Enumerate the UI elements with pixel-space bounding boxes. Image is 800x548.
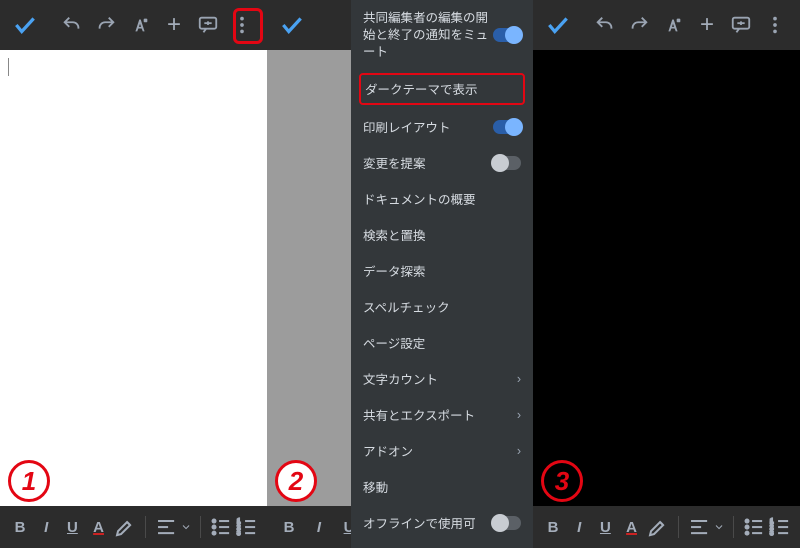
format-bar: B I U A 123 — [0, 506, 267, 548]
chevron-right-icon: › — [517, 444, 521, 458]
menu-item-label: アドオン — [363, 441, 413, 460]
menu-item-explore[interactable]: データ探索 — [351, 253, 533, 289]
menu-item-addons[interactable]: アドオン › — [351, 433, 533, 469]
overflow-menu: 共同編集者の編集の開始と終了の通知をミュート ダークテーマで表示 印刷レイアウト… — [351, 0, 533, 548]
format-bar: B I U A 123 — [533, 506, 800, 548]
undo-icon[interactable] — [55, 8, 89, 42]
bullet-list-icon[interactable] — [742, 513, 766, 541]
step-badge-1: 1 — [8, 460, 50, 502]
menu-item-label: データ探索 — [363, 261, 426, 280]
numbered-list-icon[interactable]: 123 — [235, 513, 259, 541]
document-canvas-dark[interactable] — [533, 50, 800, 506]
check-icon[interactable] — [541, 8, 575, 42]
panel-3: + B I U A 123 3 — [533, 0, 800, 548]
italic-button[interactable]: I — [305, 513, 333, 541]
menu-item-label: ページ設定 — [363, 333, 425, 352]
redo-icon[interactable] — [622, 8, 656, 42]
menu-item-find-replace[interactable]: 検索と置換 — [351, 217, 533, 253]
menu-item-word-count[interactable]: 文字カウント › — [351, 361, 533, 397]
menu-item-suggest[interactable]: 変更を提案 — [351, 145, 533, 181]
text-format-icon[interactable] — [656, 8, 690, 42]
topbar: + — [533, 0, 800, 50]
step-badge-2: 2 — [275, 460, 317, 502]
menu-item-label: 文字カウント — [363, 369, 438, 388]
step-badge-3: 3 — [541, 460, 583, 502]
menu-item-offline[interactable]: オフラインで使用可 — [351, 505, 533, 541]
italic-button[interactable]: I — [34, 513, 58, 541]
bold-button[interactable]: B — [275, 513, 303, 541]
bold-button[interactable]: B — [8, 513, 32, 541]
chevron-right-icon: › — [517, 408, 521, 422]
menu-item-label: スペルチェック — [363, 297, 450, 316]
menu-item-label: オフラインで使用可 — [363, 513, 476, 532]
menu-item-mute[interactable]: 共同編集者の編集の開始と終了の通知をミュート — [351, 0, 533, 69]
more-vert-icon[interactable] — [758, 8, 792, 42]
bullet-list-icon[interactable] — [209, 513, 233, 541]
menu-item-label: 共同編集者の編集の開始と終了の通知をミュート — [363, 10, 493, 61]
menu-item-move[interactable]: 移動 — [351, 469, 533, 505]
add-icon[interactable]: + — [157, 8, 191, 42]
menu-item-label: 検索と置換 — [363, 225, 426, 244]
text-color-button[interactable]: A — [619, 513, 643, 541]
highlight-color-icon[interactable] — [113, 513, 137, 541]
toggle-off[interactable] — [493, 516, 521, 530]
text-format-icon[interactable] — [123, 8, 157, 42]
menu-item-page-setup[interactable]: ページ設定 — [351, 325, 533, 361]
italic-button[interactable]: I — [567, 513, 591, 541]
highlight-color-icon[interactable] — [646, 513, 670, 541]
menu-item-print-layout[interactable]: 印刷レイアウト — [351, 109, 533, 145]
menu-item-star[interactable]: スターを付ける — [351, 541, 533, 548]
bold-button[interactable]: B — [541, 513, 565, 541]
toggle-on[interactable] — [493, 120, 521, 134]
menu-item-outline[interactable]: ドキュメントの概要 — [351, 181, 533, 217]
chevron-right-icon: › — [517, 372, 521, 386]
menu-item-label: 共有とエクスポート — [363, 405, 475, 424]
menu-item-share-export[interactable]: 共有とエクスポート › — [351, 397, 533, 433]
chevron-down-icon[interactable] — [180, 513, 192, 541]
panel-2: B I U 共同編集者の編集の開始と終了の通知をミュート ダークテーマで表示 印… — [267, 0, 533, 548]
redo-icon[interactable] — [89, 8, 123, 42]
chevron-down-icon[interactable] — [713, 513, 725, 541]
panel-1: + B I U A 123 1 — [0, 0, 267, 548]
svg-text:3: 3 — [770, 531, 774, 537]
svg-text:3: 3 — [237, 531, 241, 537]
underline-button[interactable]: U — [593, 513, 617, 541]
toggle-off[interactable] — [493, 156, 521, 170]
comment-icon[interactable] — [191, 8, 225, 42]
menu-item-label: 印刷レイアウト — [363, 117, 451, 136]
numbered-list-icon[interactable]: 123 — [768, 513, 792, 541]
menu-item-label: 移動 — [363, 477, 388, 496]
check-icon[interactable] — [8, 8, 42, 42]
menu-item-label: ドキュメントの概要 — [363, 189, 476, 208]
comment-icon[interactable] — [724, 8, 758, 42]
align-icon[interactable] — [154, 513, 178, 541]
topbar: + — [0, 0, 267, 50]
add-icon[interactable]: + — [690, 8, 724, 42]
check-icon[interactable] — [275, 8, 309, 42]
menu-item-spellcheck[interactable]: スペルチェック — [351, 289, 533, 325]
menu-item-label: ダークテーマで表示 — [365, 79, 478, 98]
text-color-button[interactable]: A — [86, 513, 110, 541]
menu-item-dark-theme[interactable]: ダークテーマで表示 — [359, 73, 525, 105]
align-icon[interactable] — [687, 513, 711, 541]
text-cursor — [8, 58, 9, 76]
menu-item-label: 変更を提案 — [363, 153, 426, 172]
undo-icon[interactable] — [588, 8, 622, 42]
more-vert-icon[interactable] — [225, 8, 259, 42]
underline-button[interactable]: U — [60, 513, 84, 541]
toggle-on[interactable] — [493, 28, 521, 42]
document-canvas[interactable] — [0, 50, 267, 506]
